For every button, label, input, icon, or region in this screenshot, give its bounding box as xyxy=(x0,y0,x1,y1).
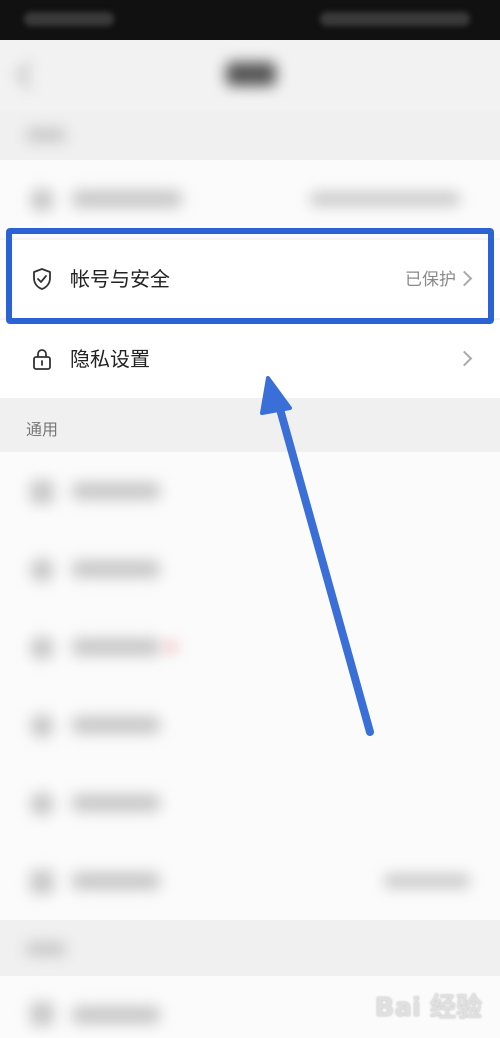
red-dot-badge xyxy=(166,642,176,652)
row-icon-blurred xyxy=(30,1002,54,1026)
highlight-box xyxy=(6,228,494,324)
blurred-row-2[interactable] xyxy=(0,452,500,530)
status-icons-blurred xyxy=(320,12,470,26)
row-icon-blurred xyxy=(30,636,54,660)
section-header-top xyxy=(0,110,500,160)
row-label-blurred xyxy=(72,794,160,812)
row-label-blurred xyxy=(72,190,182,208)
chevron-right-icon xyxy=(456,350,473,367)
row-label-blurred xyxy=(72,560,160,578)
section-title-blurred xyxy=(26,942,66,956)
row-label-blurred xyxy=(72,638,160,656)
blurred-row-4[interactable] xyxy=(0,608,500,686)
blurred-row-7[interactable] xyxy=(0,842,500,920)
section-header-general: 通用 xyxy=(0,398,500,452)
nav-bar xyxy=(0,40,500,110)
row-label-blurred xyxy=(72,1006,160,1024)
blurred-row-1[interactable] xyxy=(0,160,500,238)
row-label-blurred xyxy=(72,482,160,500)
row-icon-blurred xyxy=(30,870,54,894)
row-value-blurred xyxy=(310,192,460,206)
blurred-row-3[interactable] xyxy=(0,530,500,608)
status-time-blurred xyxy=(24,12,114,26)
back-arrow-icon[interactable] xyxy=(16,62,43,89)
privacy-settings-label: 隐私设置 xyxy=(70,347,150,371)
blurred-row-6[interactable] xyxy=(0,764,500,842)
row-icon-blurred xyxy=(30,480,54,504)
section-general-label: 通用 xyxy=(26,420,59,439)
row-label-blurred xyxy=(72,872,160,890)
row-label-blurred xyxy=(72,716,160,734)
watermark-logo: Bai 经验 xyxy=(374,993,482,1023)
blurred-row-5[interactable] xyxy=(0,686,500,764)
row-icon-blurred xyxy=(30,188,54,212)
row-icon-blurred xyxy=(30,714,54,738)
privacy-settings-row[interactable]: 隐私设置 xyxy=(0,320,500,398)
page-title-blurred xyxy=(226,62,276,86)
row-icon-blurred xyxy=(30,792,54,816)
row-value-blurred xyxy=(384,874,470,888)
row-icon-blurred xyxy=(30,558,54,582)
section-header-bottom xyxy=(0,920,500,976)
lock-icon xyxy=(33,349,51,370)
section-title-blurred xyxy=(26,128,66,142)
status-bar xyxy=(0,0,500,40)
